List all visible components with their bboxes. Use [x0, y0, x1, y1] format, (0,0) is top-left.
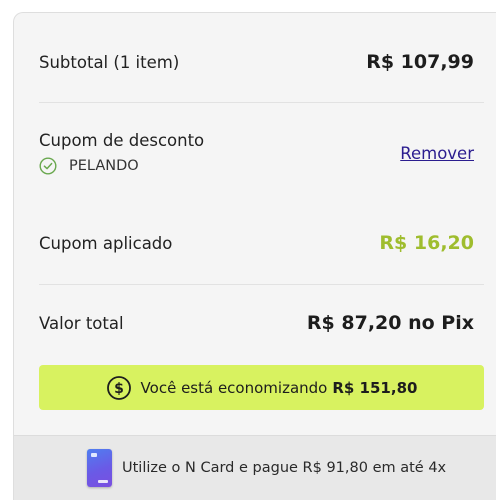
order-summary-card: Subtotal (1 item) R$ 107,99 Cupom de des…: [13, 12, 496, 500]
coupon-applied-label: Cupom aplicado: [39, 233, 173, 253]
n-card-promo[interactable]: Utilize o N Card e pague R$ 91,80 em até…: [14, 435, 496, 500]
savings-text: Você está economizando: [140, 378, 328, 397]
svg-text:$: $: [114, 381, 124, 397]
coupon-code-line: PELANDO: [39, 157, 204, 175]
subtotal-value: R$ 107,99: [366, 51, 474, 73]
savings-banner: $ Você está economizando R$ 151,80: [39, 365, 484, 410]
coupon-row: Cupom de desconto PELANDO Remover: [39, 131, 474, 175]
remove-coupon-link[interactable]: Remover: [400, 144, 474, 163]
total-label: Valor total: [39, 313, 124, 333]
divider: [39, 102, 484, 103]
card-chip-icon: [91, 453, 97, 457]
savings-amount: R$ 151,80: [332, 378, 418, 397]
total-row: Valor total R$ 87,20 no Pix: [39, 312, 474, 334]
divider: [39, 284, 484, 285]
n-card-promo-content: Utilize o N Card e pague R$ 91,80 em até…: [87, 449, 446, 487]
n-card-promo-text: Utilize o N Card e pague R$ 91,80 em até…: [122, 460, 447, 476]
total-value: R$ 87,20 no Pix: [306, 312, 474, 334]
coupon-code: PELANDO: [69, 158, 139, 174]
coupon-applied-value: R$ 16,20: [379, 232, 474, 254]
coupon-label: Cupom de desconto: [39, 131, 205, 150]
n-card-icon: [87, 449, 112, 487]
subtotal-row: Subtotal (1 item) R$ 107,99: [39, 51, 474, 73]
coupon-applied-row: Cupom aplicado R$ 16,20: [39, 232, 474, 254]
coupon-info: Cupom de desconto PELANDO: [39, 131, 204, 175]
subtotal-label: Subtotal (1 item): [39, 52, 180, 72]
card-logo-icon: [98, 480, 108, 483]
dollar-coin-icon: $: [106, 375, 131, 400]
check-circle-icon: [39, 157, 57, 175]
